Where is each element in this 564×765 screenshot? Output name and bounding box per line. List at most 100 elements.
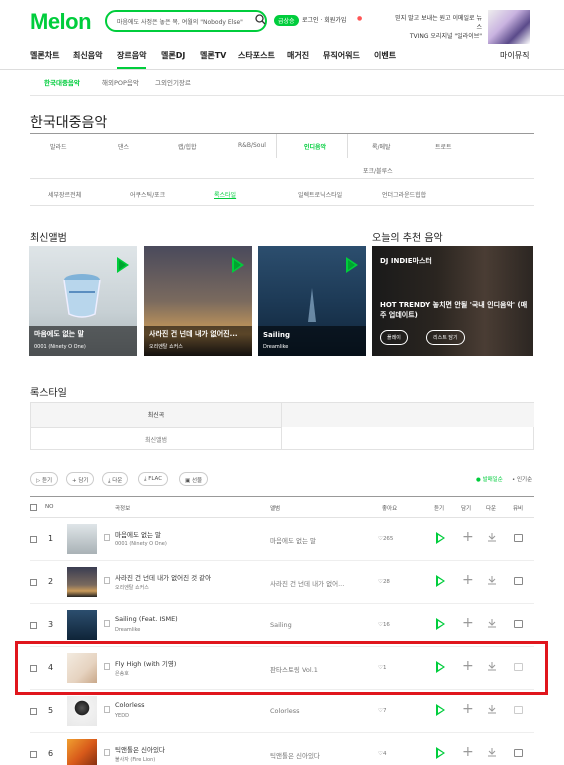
subnav-kpop[interactable]: 한국대중음악 bbox=[44, 77, 80, 87]
add-icon[interactable]: + bbox=[462, 530, 474, 544]
promo-text[interactable]: 믿지 말고 보내는 원고 이메일로 뉴스 TVING 오리지널 "일라이브" bbox=[390, 14, 482, 41]
sort-popular[interactable]: • 인기순 bbox=[512, 475, 532, 483]
search-input[interactable]: 마음에도 사정은 놓은 목, 여월의 "Nobody Else" bbox=[105, 10, 267, 32]
like-button[interactable]: ♡7 bbox=[378, 708, 386, 714]
mv-icon[interactable] bbox=[514, 749, 523, 757]
row-checkbox[interactable] bbox=[30, 751, 37, 758]
genre-trot[interactable]: 트로트 bbox=[435, 142, 452, 151]
like-button[interactable]: ♡265 bbox=[378, 536, 393, 542]
flac-button[interactable]: ⤓ FLAC bbox=[138, 472, 169, 486]
song-title[interactable]: Sailing (Feat. ISME) bbox=[115, 615, 178, 623]
row-checkbox[interactable] bbox=[30, 536, 37, 543]
song-album[interactable]: Sailing bbox=[270, 621, 355, 629]
sort-latest[interactable]: ● 발매일순 bbox=[476, 475, 503, 483]
detail-rockstyle[interactable]: 록스타일 bbox=[214, 190, 236, 199]
song-info-icon[interactable] bbox=[104, 749, 110, 756]
genre-dance[interactable]: 댄스 bbox=[118, 142, 129, 151]
row-checkbox[interactable] bbox=[30, 708, 37, 715]
nav-latest[interactable]: 최신음악 bbox=[73, 50, 102, 61]
detail-all[interactable]: 세부장르전체 bbox=[48, 190, 81, 199]
genre-rnb[interactable]: R&B/Soul bbox=[238, 142, 266, 149]
genre-rock[interactable]: 록/메탈 bbox=[372, 142, 391, 151]
download-icon[interactable] bbox=[487, 704, 497, 714]
select-all-checkbox[interactable] bbox=[30, 504, 37, 511]
album-title[interactable]: 마음에도 없는 말 bbox=[34, 329, 84, 339]
gift-button[interactable]: ▣ 선물 bbox=[179, 472, 209, 486]
song-artist[interactable]: 오리엔탈 쇼커스 bbox=[115, 584, 149, 591]
song-artist[interactable]: 불사자 (Fire Lion) bbox=[115, 756, 155, 763]
recommend-play-button[interactable]: 플레이 bbox=[380, 330, 408, 345]
album-artist[interactable]: 0001 (Ninety O One) bbox=[34, 344, 86, 350]
table-row[interactable]: 6 틱앤톨은 신아있다 불사자 (Fire Lion) 틱앤톨은 신아있다 ♡4… bbox=[30, 733, 534, 765]
song-title[interactable]: Colorless bbox=[115, 701, 145, 709]
play-icon[interactable] bbox=[117, 257, 129, 273]
listen-button[interactable]: ▷ 듣기 bbox=[30, 472, 59, 486]
notification-icon[interactable]: ● bbox=[357, 15, 362, 22]
song-album[interactable]: 틱앤톨은 신아있다 bbox=[270, 750, 355, 760]
recommend-add-button[interactable]: 리스트 담기 bbox=[426, 330, 465, 345]
album-thumbnail[interactable] bbox=[67, 739, 97, 765]
album-card[interactable]: Sailing Dreamlike bbox=[258, 246, 366, 356]
song-artist[interactable]: 0001 (Ninety O One) bbox=[115, 541, 167, 547]
song-title[interactable]: 마음에도 없는 말 bbox=[115, 529, 161, 539]
nav-chart[interactable]: 멜론차트 bbox=[30, 50, 59, 61]
album-artist[interactable]: Dreamlike bbox=[263, 344, 288, 350]
album-card[interactable]: 마음에도 없는 말 0001 (Ninety O One) bbox=[29, 246, 137, 356]
login-link[interactable]: 로그인 · 회원가입 bbox=[302, 15, 346, 24]
song-info-icon[interactable] bbox=[104, 534, 110, 541]
song-artist[interactable]: YEDD bbox=[115, 713, 129, 719]
album-thumbnail[interactable] bbox=[67, 696, 97, 726]
download-icon[interactable] bbox=[487, 618, 497, 628]
table-row[interactable]: 1 마음에도 없는 말 0001 (Ninety O One) 마음에도 없는 … bbox=[30, 518, 534, 561]
melon-logo[interactable]: Melon bbox=[30, 9, 92, 35]
genre-ballad[interactable]: 발라드 bbox=[50, 142, 67, 151]
song-title[interactable]: 틱앤톨은 신아있다 bbox=[115, 744, 165, 754]
table-row[interactable]: 5 Colorless YEDD Colorless ♡7 + bbox=[30, 690, 534, 733]
detail-electronic[interactable]: 일렉트로닉스타일 bbox=[298, 190, 342, 199]
like-button[interactable]: ♡4 bbox=[378, 751, 386, 757]
mv-icon[interactable] bbox=[514, 534, 523, 542]
album-title[interactable]: Sailing bbox=[263, 331, 290, 339]
recommend-title[interactable]: HOT TRENDY 놓치면 안될 '국내 인디음악' (매주 업데이트) bbox=[380, 300, 530, 320]
play-icon[interactable] bbox=[232, 257, 244, 273]
play-icon[interactable] bbox=[436, 618, 445, 630]
play-icon[interactable] bbox=[436, 575, 445, 587]
tab-latest-albums[interactable]: 최신앨범 bbox=[31, 427, 282, 450]
play-icon[interactable] bbox=[346, 257, 358, 273]
like-button[interactable]: ♡16 bbox=[378, 622, 390, 628]
detail-underground[interactable]: 언더그라운드힙합 bbox=[382, 190, 426, 199]
nav-event[interactable]: 이벤트 bbox=[374, 50, 396, 61]
download-icon[interactable] bbox=[487, 532, 497, 542]
nav-genre[interactable]: 장르음악 bbox=[117, 50, 147, 69]
tab-latest-songs[interactable]: 최신곡 bbox=[31, 403, 282, 427]
nav-award[interactable]: 뮤직어워드 bbox=[323, 50, 360, 61]
mv-icon[interactable] bbox=[514, 706, 523, 714]
song-album[interactable]: Colorless bbox=[270, 707, 355, 715]
add-icon[interactable]: + bbox=[462, 573, 474, 587]
search-icon[interactable] bbox=[255, 14, 266, 27]
row-checkbox[interactable] bbox=[30, 622, 37, 629]
add-button[interactable]: + 담기 bbox=[66, 472, 95, 486]
album-title[interactable]: 사라진 건 넌데 내가 없어진... bbox=[149, 329, 238, 339]
detail-acoustic[interactable]: 어쿠스틱/포크 bbox=[130, 190, 165, 199]
genre-folk[interactable]: 포크/블루스 bbox=[363, 166, 393, 175]
album-thumbnail[interactable] bbox=[67, 524, 97, 554]
play-icon[interactable] bbox=[436, 704, 445, 716]
row-checkbox[interactable] bbox=[30, 579, 37, 586]
like-button[interactable]: ♡28 bbox=[378, 579, 390, 585]
subnav-pop[interactable]: 해외POP음악 bbox=[102, 77, 139, 87]
nav-tv[interactable]: 멜론TV bbox=[200, 50, 226, 61]
album-artist[interactable]: 오리엔탈 쇼커스 bbox=[149, 343, 183, 350]
mv-icon[interactable] bbox=[514, 620, 523, 628]
nav-magazine[interactable]: 매거진 bbox=[287, 50, 309, 61]
nav-starpost[interactable]: 스타포스트 bbox=[238, 50, 275, 61]
promo-banner-image[interactable] bbox=[488, 10, 530, 44]
trending-badge[interactable]: 급상승 bbox=[274, 15, 299, 26]
song-album[interactable]: 사라진 건 넌데 내가 없어... bbox=[270, 578, 355, 588]
play-icon[interactable] bbox=[436, 532, 445, 544]
album-thumbnail[interactable] bbox=[67, 610, 97, 640]
song-artist[interactable]: Dreamlike bbox=[115, 627, 140, 633]
song-info-icon[interactable] bbox=[104, 706, 110, 713]
recommend-card[interactable]: DJ INDIE마스터 HOT TRENDY 놓치면 안될 '국내 인디음악' … bbox=[372, 246, 533, 356]
nav-mymusic[interactable]: 마이뮤직 bbox=[500, 50, 529, 61]
